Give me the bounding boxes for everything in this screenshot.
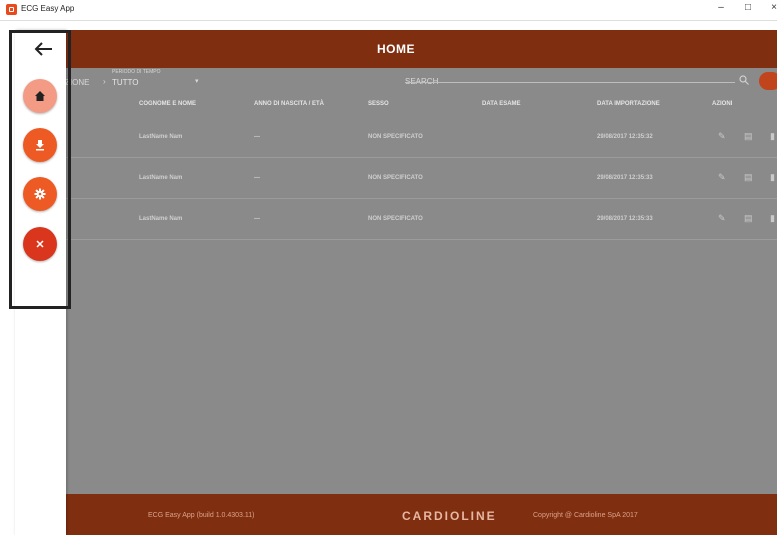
column-header[interactable]: COGNOME E NOME [139,101,196,107]
minimize-button[interactable]: – [714,2,728,13]
cell-name: LastName Nam [139,134,183,140]
window-titlebar: ECG Easy App – □ × [0,0,777,21]
table-row[interactable]: LastName Nam — NON SPECIFICATO 29/08/201… [15,199,777,240]
cell-sex: NON SPECIFICATO [368,134,423,140]
column-header[interactable]: DATA ESAME [482,101,521,107]
chevron-down-icon: ▾ [195,78,199,85]
edit-icon[interactable]: ✎ [718,172,726,183]
delete-icon[interactable]: ▮ [770,172,775,183]
document-icon[interactable]: ▤ [744,131,753,142]
period-label: PERIODO DI TEMPO [112,69,161,75]
action-fab[interactable] [759,72,777,90]
close-window-button[interactable]: × [767,2,777,13]
table-header: COGNOME E NOME ANNO DI NASCITA / ETÀ SES… [15,96,777,116]
chevron-right-icon: › [103,77,106,86]
period-select[interactable]: TUTTO [112,78,139,87]
cell-sex: NON SPECIFICATO [368,175,423,181]
table-row[interactable]: LastName Nam — NON SPECIFICATO 29/08/201… [15,158,777,199]
cell-birth: — [254,216,260,222]
cell-import-date: 29/08/2017 12:35:33 [597,216,653,222]
column-header[interactable]: ANNO DI NASCITA / ETÀ [254,101,324,107]
copyright-text: Copyright @ Cardioline SpA 2017 [533,512,638,519]
drawer-highlight-frame [9,30,71,309]
document-icon[interactable]: ▤ [744,213,753,224]
brand-logo: CARDIOLINE [402,509,497,523]
app-footer: ECG Easy App (build 1.0.4303.11) CARDIOL… [15,494,777,535]
cell-import-date: 29/08/2017 12:35:32 [597,134,653,140]
maximize-button[interactable]: □ [741,2,755,13]
delete-icon[interactable]: ▮ [770,131,775,142]
column-header[interactable]: DATA IMPORTAZIONE [597,101,660,107]
cell-birth: — [254,175,260,181]
cell-sex: NON SPECIFICATO [368,216,423,222]
window-title: ECG Easy App [21,4,75,13]
column-header: AZIONI [712,101,733,107]
app-window: HOME ZIONE › PERIODO DI TEMPO TUTTO ▾ SE… [15,21,777,535]
app-header: HOME [15,30,777,68]
document-icon[interactable]: ▤ [744,172,753,183]
table-row[interactable]: LastName Nam — NON SPECIFICATO 29/08/201… [15,117,777,158]
search-icon[interactable] [739,75,749,85]
cell-name: LastName Nam [139,216,183,222]
edit-icon[interactable]: ✎ [718,131,726,142]
page-title: HOME [377,42,415,56]
delete-icon[interactable]: ▮ [770,213,775,224]
cell-birth: — [254,134,260,140]
app-logo-icon [6,4,17,15]
cell-import-date: 29/08/2017 12:35:33 [597,175,653,181]
cell-name: LastName Nam [139,175,183,181]
build-version: ECG Easy App (build 1.0.4303.11) [148,512,255,519]
edit-icon[interactable]: ✎ [718,213,726,224]
search-underline [405,82,735,83]
column-header[interactable]: SESSO [368,101,389,107]
